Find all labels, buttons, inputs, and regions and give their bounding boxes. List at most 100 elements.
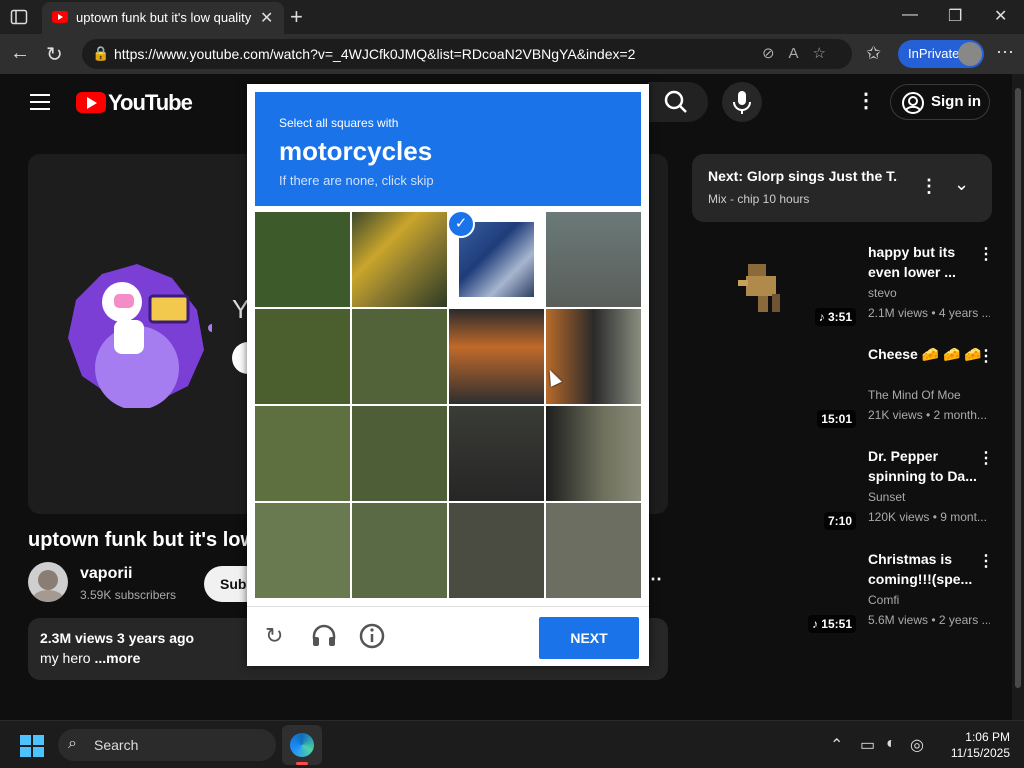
scrollbar-thumb[interactable] <box>1015 88 1021 688</box>
captcha-tile[interactable] <box>352 212 447 307</box>
recommendation-menu-icon[interactable]: ⋮ <box>978 346 994 366</box>
recommendation-thumbnail[interactable]: 15:01 <box>700 344 858 434</box>
search-button[interactable] <box>648 82 708 122</box>
browser-menu-icon[interactable]: ⋯ <box>996 42 1014 63</box>
start-button[interactable] <box>20 735 44 757</box>
captcha-footer: ↻ NEXT <box>247 606 649 666</box>
url-text[interactable]: https://www.youtube.com/watch?v=_4WJCfk0… <box>114 46 635 62</box>
info-icon[interactable] <box>359 623 385 649</box>
browser-tab-active[interactable]: uptown funk but it's low quality ✕ <box>42 2 284 34</box>
captcha-tile[interactable] <box>255 212 350 307</box>
recommendation-item[interactable]: ♪ 15:51 Christmas is coming!!!(spe... Co… <box>700 549 1000 649</box>
captcha-next-button[interactable]: NEXT <box>539 617 639 659</box>
lock-icon[interactable]: 🔒 <box>92 45 109 62</box>
recommendation-meta: 2.1M views • 4 years ... <box>868 306 990 320</box>
captcha-tile-selected[interactable]: ✓ <box>447 210 544 307</box>
taskbar-clock[interactable]: 1:06 PM 11/15/2025 <box>930 729 1010 761</box>
next-up-subtitle: Mix - chip 10 hours <box>708 192 810 206</box>
captcha-tile[interactable] <box>352 406 447 501</box>
next-up-panel[interactable]: Next: Glorp sings Just the T... Mix - ch… <box>692 154 992 222</box>
voice-search-button[interactable] <box>722 82 762 122</box>
recommendation-thumbnail[interactable]: ♪ 3:51 <box>700 242 858 332</box>
recommendation-channel[interactable]: The Mind Of Moe <box>868 388 961 402</box>
taskbar-search[interactable]: ⌕ Search <box>58 729 276 761</box>
youtube-logo-icon[interactable] <box>76 92 106 113</box>
captcha-dialog: Select all squares with motorcycles If t… <box>247 84 649 666</box>
channel-avatar[interactable] <box>28 562 68 602</box>
captcha-tile[interactable] <box>255 503 350 598</box>
recommendation-title[interactable]: Cheese 🧀 🧀 🧀 <box>868 344 986 364</box>
recommendation-thumbnail[interactable]: 7:10 <box>700 446 858 536</box>
inprivate-badge[interactable]: InPrivate <box>898 40 984 68</box>
astronaut-illustration <box>68 264 212 408</box>
recommendation-duration: ♪ 15:51 <box>807 615 856 633</box>
recommendation-item[interactable]: ♪ 3:51 happy but its even lower ... stev… <box>700 242 1000 342</box>
recommendation-duration: ♪ 3:51 <box>814 308 856 326</box>
captcha-tile[interactable] <box>449 406 544 501</box>
chevron-down-icon[interactable]: ⌄ <box>954 174 969 195</box>
address-bar-icons[interactable]: ⊘A☆ <box>762 44 840 62</box>
youtube-wordmark[interactable]: YouTube <box>108 90 193 116</box>
subscribe-label: Subs <box>220 576 248 592</box>
captcha-tile[interactable] <box>546 309 641 404</box>
chevron-up-icon[interactable]: ⌃ <box>830 735 843 755</box>
edge-taskbar-button[interactable] <box>282 725 322 765</box>
captcha-tile[interactable] <box>546 503 641 598</box>
back-icon[interactable]: ← <box>10 42 30 65</box>
recommendation-menu-icon[interactable]: ⋮ <box>978 244 994 264</box>
refresh-icon[interactable]: ↻ <box>46 42 63 67</box>
recommendation-duration: 15:01 <box>817 410 856 428</box>
recommendation-title[interactable]: Dr. Pepper spinning to Da... <box>868 446 986 486</box>
recommendation-title[interactable]: Christmas is coming!!!(spe... <box>868 549 986 589</box>
restore-icon[interactable]: ❐ <box>948 6 962 26</box>
account-icon <box>902 92 924 114</box>
network-icon[interactable]: ▭ <box>860 735 875 755</box>
recommendation-channel[interactable]: stevo <box>868 286 897 300</box>
settings-dots-icon[interactable]: ⋮ <box>856 88 876 113</box>
sign-in-button[interactable]: Sign in <box>890 84 990 120</box>
captcha-tile[interactable] <box>352 309 447 404</box>
clock-time: 1:06 PM <box>965 730 1010 744</box>
page-scrollbar[interactable] <box>1012 74 1024 720</box>
reload-icon[interactable]: ↻ <box>265 623 283 649</box>
captcha-tile[interactable] <box>449 309 544 404</box>
recommendation-title[interactable]: happy but its even lower ... <box>868 242 986 282</box>
next-up-title: Next: Glorp sings Just the T... <box>708 168 898 184</box>
captcha-tile[interactable] <box>546 406 641 501</box>
recommendation-meta: 120K views • 9 mont... <box>868 510 987 524</box>
captcha-tile[interactable] <box>255 309 350 404</box>
captcha-header: Select all squares with motorcycles If t… <box>255 92 641 206</box>
captcha-tile[interactable] <box>255 406 350 501</box>
favorites-icon[interactable]: ✩ <box>866 43 881 64</box>
edge-icon <box>290 733 314 757</box>
captcha-tile[interactable] <box>352 503 447 598</box>
captcha-tile[interactable] <box>449 503 544 598</box>
profile-avatar <box>958 42 982 66</box>
clock-date: 11/15/2025 <box>950 746 1010 760</box>
minimize-icon[interactable]: — <box>902 6 918 24</box>
captcha-tile[interactable] <box>546 212 641 307</box>
hamburger-menu-icon[interactable] <box>30 94 50 110</box>
description-more-link[interactable]: ...more <box>94 650 140 666</box>
recommendation-item[interactable]: 15:01 Cheese 🧀 🧀 🧀 The Mind Of Moe 21K v… <box>700 344 1000 444</box>
description-body: my hero <box>40 650 95 666</box>
address-row: ← ↻ 🔒 https://www.youtube.com/watch?v=_4… <box>0 34 1024 74</box>
new-tab-icon[interactable]: + <box>290 4 303 30</box>
headphones-icon[interactable] <box>311 623 337 649</box>
recommendation-menu-icon[interactable]: ⋮ <box>978 448 994 468</box>
recommendation-channel[interactable]: Sunset <box>868 490 905 504</box>
channel-name[interactable]: vaporii <box>80 565 132 583</box>
notification-icon[interactable]: ◎ <box>910 735 924 755</box>
recommendation-channel[interactable]: Comfi <box>868 593 899 607</box>
next-up-menu-icon[interactable]: ⋮ <box>920 176 938 197</box>
captcha-instruction: Select all squares with <box>279 116 399 130</box>
tab-close-icon[interactable]: ✕ <box>260 8 273 28</box>
recommendation-thumbnail[interactable]: ♪ 15:51 <box>700 549 858 639</box>
tab-actions-icon[interactable] <box>10 8 28 26</box>
close-window-icon[interactable]: ✕ <box>994 6 1007 26</box>
recommendation-menu-icon[interactable]: ⋮ <box>978 551 994 571</box>
address-bar[interactable]: 🔒 https://www.youtube.com/watch?v=_4WJCf… <box>82 39 852 69</box>
volume-icon[interactable]: ◐ <box>886 735 896 753</box>
subscribe-button[interactable]: Subs <box>204 566 248 602</box>
recommendation-item[interactable]: 7:10 Dr. Pepper spinning to Da... Sunset… <box>700 446 1000 546</box>
